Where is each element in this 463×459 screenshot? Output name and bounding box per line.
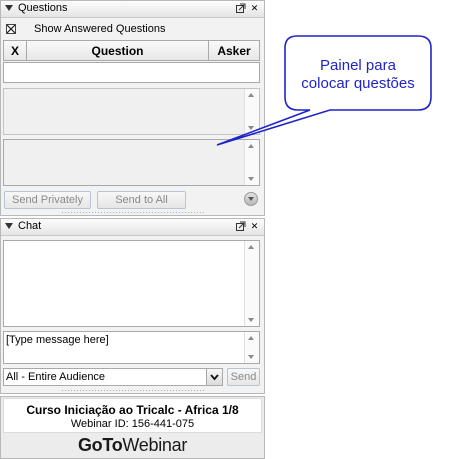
webinar-id: Webinar ID: 156-441-075 [70,418,195,430]
session-info-box: Curso Iniciação ao Tricalc - Africa 1/8 … [3,398,262,433]
callout-line-2: colocar questões [301,75,414,92]
logo-webinar: Webinar [122,435,188,455]
chat-log-scrollbar[interactable] [244,241,259,326]
chat-input-scrollbar[interactable] [244,332,259,363]
chat-send-button[interactable]: Send [227,368,260,386]
popout-icon[interactable] [235,3,246,14]
logo-goto: GoTo [77,435,123,455]
detail-scrollbar[interactable] [244,89,259,134]
options-chevron-icon[interactable] [244,192,258,206]
chat-titlebar: Chat ✕ [1,219,264,236]
close-icon[interactable]: ✕ [249,3,260,14]
collapse-triangle-icon[interactable] [5,223,13,229]
webinar-footer: Curso Iniciação ao Tricalc - Africa 1/8 … [0,396,265,459]
questions-resize-grip[interactable] [61,211,204,214]
questions-list[interactable] [3,62,260,83]
audience-select-value: All - Entire Audience [6,371,106,383]
column-header-question[interactable]: Question [26,40,209,61]
chat-resize-grip[interactable] [61,389,204,392]
chevron-down-icon[interactable] [206,369,222,385]
questions-panel-title: Questions [18,2,68,14]
questions-table-header: X Question Asker [3,40,260,61]
chat-panel: Chat ✕ [Type message here] All - Entire … [0,218,265,394]
chat-message-text: [Type message here] [6,334,109,346]
send-privately-button[interactable]: Send Privately [4,191,91,209]
column-header-asker[interactable]: Asker [208,40,260,61]
answer-scrollbar[interactable] [244,140,259,185]
question-detail-area [3,88,260,135]
session-title: Curso Iniciação ao Tricalc - Africa 1/8 [26,403,239,417]
show-answered-checkbox[interactable] [6,24,16,34]
send-to-all-button[interactable]: Send to All [97,191,186,209]
close-icon[interactable]: ✕ [249,221,260,232]
callout-line-1: Painel para [320,57,397,74]
answer-input[interactable] [3,139,260,186]
chat-message-input[interactable]: [Type message here] [3,331,260,364]
chat-panel-title: Chat [18,220,42,232]
popout-icon[interactable] [235,221,246,232]
show-answered-label: Show Answered Questions [34,23,166,35]
questions-panel: Questions ✕ Show Answered Questions X Qu… [0,0,265,216]
column-header-x[interactable]: X [3,40,27,61]
collapse-triangle-icon[interactable] [5,5,13,11]
chat-log [3,240,260,327]
questions-titlebar: Questions ✕ [1,1,264,18]
gotowebinar-logo: GoToWebinar [1,435,264,456]
audience-select[interactable]: All - Entire Audience [3,368,223,386]
